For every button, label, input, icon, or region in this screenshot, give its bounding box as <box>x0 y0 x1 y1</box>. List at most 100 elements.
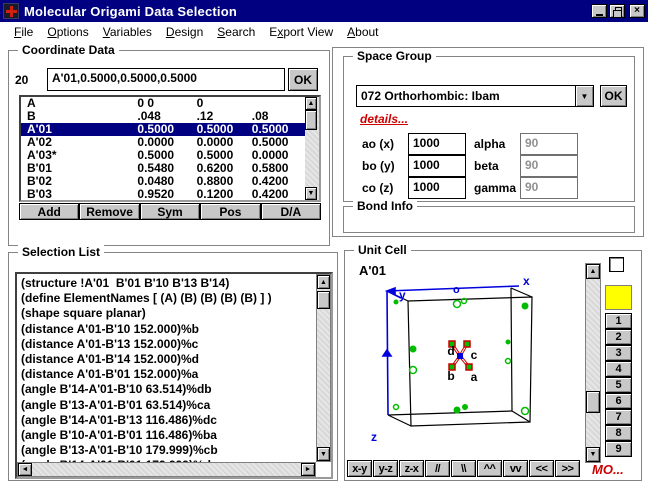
center-atom[interactable] <box>457 353 463 359</box>
list-item[interactable]: (distance A'01-B'10 152.000)%b <box>21 322 316 337</box>
view-xy-button[interactable]: x-y <box>347 460 372 477</box>
menu-item-variables[interactable]: Variables <box>96 25 159 39</box>
minimize-icon <box>596 14 603 16</box>
layer-button-8[interactable]: 8 <box>605 425 632 441</box>
space-group-ok-button[interactable]: OK <box>600 85 627 107</box>
list-item[interactable]: (angle B'13-A'01-B'10 179.999)%cb <box>21 443 316 458</box>
scroll-up-icon[interactable]: ▲ <box>317 275 330 289</box>
rotate-back-button[interactable]: \\ <box>451 460 476 477</box>
list-item[interactable]: (angle B'14-A'01-B'13 116.486)%dc <box>21 413 316 428</box>
color-swatch[interactable] <box>605 285 632 310</box>
chevron-down-icon[interactable]: ▼ <box>575 86 593 106</box>
scrollbar-thumb[interactable] <box>586 391 600 413</box>
selection-list-box[interactable]: (structure !A'01 B'01 B'10 B'13 B'14)(de… <box>15 272 333 479</box>
scrollbar-track[interactable] <box>32 463 301 476</box>
layer-button-6[interactable]: 6 <box>605 393 632 409</box>
scrollbar-track[interactable] <box>586 279 600 447</box>
list-item[interactable]: (shape square planar) <box>21 306 316 321</box>
hollow-atom-icon[interactable] <box>462 299 467 304</box>
z-cell: 0.4200 <box>252 188 305 200</box>
layer-button-1[interactable]: 1 <box>605 313 632 329</box>
hollow-atom-icon[interactable] <box>394 405 399 410</box>
pos-button[interactable]: Pos <box>200 203 260 220</box>
layer-button-4[interactable]: 4 <box>605 361 632 377</box>
sym-button[interactable]: Sym <box>140 203 200 220</box>
filled-atom-icon[interactable] <box>506 340 511 345</box>
scroll-down-icon[interactable]: ▼ <box>317 447 330 461</box>
close-button[interactable]: × <box>629 4 645 18</box>
da-button[interactable]: D/A <box>261 203 321 220</box>
rotate-down-button[interactable]: vv <box>503 460 528 477</box>
selection-vertical-scrollbar[interactable]: ▲ ▼ <box>316 274 331 462</box>
scroll-left-icon[interactable]: ◄ <box>18 463 32 476</box>
scroll-down-icon[interactable]: ▼ <box>305 187 317 200</box>
list-item[interactable]: (angle B'13-A'01-B'01 63.514)%ca <box>21 398 316 413</box>
view-zx-button[interactable]: z-x <box>399 460 424 477</box>
scrollbar-track[interactable] <box>305 110 319 187</box>
menu-item-design[interactable]: Design <box>159 25 210 39</box>
list-item[interactable]: (distance A'01-B'01 152.000)%a <box>21 367 316 382</box>
coordinate-list-scrollbar[interactable]: ▲ ▼ <box>305 97 319 200</box>
scroll-right-icon[interactable]: ► <box>301 463 315 476</box>
hollow-atom-icon[interactable] <box>506 359 511 364</box>
menu-item-options[interactable]: Options <box>40 25 95 39</box>
layer-button-3[interactable]: 3 <box>605 345 632 361</box>
layer-button-5[interactable]: 5 <box>605 377 632 393</box>
hollow-atom-icon[interactable] <box>454 301 461 308</box>
hollow-atom-icon[interactable] <box>522 408 529 415</box>
space-group-dropdown[interactable]: 072 Orthorhombic: Ibam ▼ <box>356 85 594 107</box>
list-item[interactable]: (structure !A'01 B'01 B'10 B'13 B'14) <box>21 276 316 291</box>
cell-length-input[interactable]: 1000 <box>408 177 466 199</box>
menu-item-export-view[interactable]: Export View <box>262 25 340 39</box>
unit-cell-scrollbar[interactable]: ▲ ▼ <box>585 263 601 463</box>
scrollbar-thumb[interactable] <box>317 291 330 309</box>
scroll-up-icon[interactable]: ▲ <box>305 97 317 110</box>
scroll-up-icon[interactable]: ▲ <box>586 264 600 279</box>
scrollbar-thumb[interactable] <box>305 110 317 130</box>
remove-button[interactable]: Remove <box>79 203 139 220</box>
list-item[interactable]: (angle B'10-A'01-B'01 116.486)%ba <box>21 428 316 443</box>
details-link[interactable]: details... <box>360 112 408 126</box>
ligand-site[interactable] <box>464 341 470 347</box>
list-item[interactable]: (angle B'14-A'01-B'10 63.514)%db <box>21 382 316 397</box>
y-cell: 0.1200 <box>197 188 252 200</box>
filled-atom-icon[interactable] <box>462 404 468 410</box>
layer-button-7[interactable]: 7 <box>605 409 632 425</box>
scrollbar-track[interactable] <box>317 289 330 447</box>
bond-info-title: Bond Info <box>353 199 417 213</box>
view-yz-button[interactable]: y-z <box>373 460 398 477</box>
table-row[interactable]: B'030.95200.12000.4200 <box>21 188 305 200</box>
rotate-fwd-button[interactable]: // <box>425 460 450 477</box>
mo-link[interactable]: MO... <box>592 462 624 477</box>
list-item[interactable]: (define ElementNames [ (A) (B) (B) (B) (… <box>21 291 316 306</box>
layer-button-9[interactable]: 9 <box>605 441 632 457</box>
menu-item-about[interactable]: About <box>340 25 385 39</box>
rotate-left-button[interactable]: << <box>529 460 554 477</box>
restore-button[interactable] <box>609 4 625 18</box>
coordinate-input[interactable]: A'01,0.5000,0.5000,0.5000 <box>47 68 285 91</box>
rotate-up-button[interactable]: ^^ <box>477 460 502 477</box>
filled-atom-icon[interactable] <box>394 300 399 305</box>
list-item[interactable]: (distance A'01-B'14 152.000)%d <box>21 352 316 367</box>
bond-label: d <box>447 344 454 358</box>
axis-z-label: z <box>371 430 377 444</box>
filled-atom-icon[interactable] <box>454 407 461 414</box>
coordinate-ok-button[interactable]: OK <box>288 68 318 91</box>
unit-cell-drawing[interactable]: x y z o dcba <box>351 261 581 463</box>
scroll-down-icon[interactable]: ▼ <box>586 447 600 462</box>
list-item[interactable]: (distance A'01-B'13 152.000)%c <box>21 337 316 352</box>
cell-length-input[interactable]: 1000 <box>408 133 466 155</box>
menu-item-file[interactable]: File <box>7 25 40 39</box>
cell-length-input[interactable]: 1000 <box>408 155 466 177</box>
minimize-button[interactable] <box>591 4 607 18</box>
menu-item-search[interactable]: Search <box>210 25 262 39</box>
unit-cell-checkbox[interactable] <box>609 257 624 272</box>
right-panel: Space Group 072 Orthorhombic: Ibam ▼ OK … <box>332 47 644 237</box>
selection-horizontal-scrollbar[interactable]: ◄ ► <box>17 462 316 477</box>
filled-atom-icon[interactable] <box>410 346 417 353</box>
hollow-atom-icon[interactable] <box>410 367 417 374</box>
filled-atom-icon[interactable] <box>522 303 529 310</box>
rotate-right-button[interactable]: >> <box>555 460 580 477</box>
add-button[interactable]: Add <box>19 203 79 220</box>
layer-button-2[interactable]: 2 <box>605 329 632 345</box>
